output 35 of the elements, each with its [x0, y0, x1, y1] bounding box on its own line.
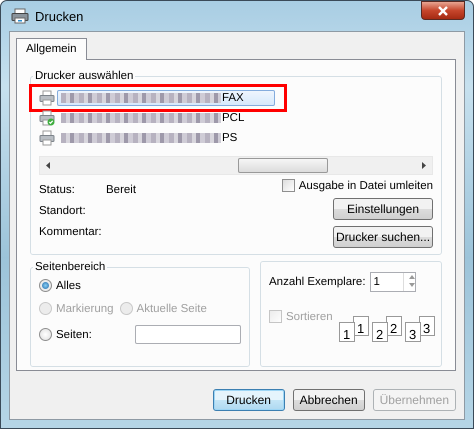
dialog-button[interactable]: Drucken [212, 389, 285, 411]
tab[interactable]: Allgemein [16, 38, 86, 60]
pages-field[interactable] [134, 325, 241, 344]
copies-spinner[interactable]: 1 [370, 272, 416, 292]
printer-item[interactable]: PCL [57, 110, 275, 126]
checkbox-label: Ausgabe in Datei umleiten [298, 180, 433, 192]
horizontal-scrollbar[interactable] [39, 156, 433, 175]
printer-item[interactable]: PS [57, 130, 275, 146]
group-title: Drucker auswählen [34, 70, 134, 82]
dialog-button[interactable]: Abbrechen [292, 389, 365, 411]
checkbox-label: Sortieren [286, 310, 333, 322]
comment-label: Kommentar: [39, 226, 103, 238]
copies-label: Anzahl Exemplare: [269, 276, 366, 288]
status-value: Bereit [106, 184, 136, 196]
dialog-button[interactable]: Einstellungen [333, 198, 433, 220]
group-title: Seitenbereich [34, 261, 106, 273]
checkbox[interactable] [282, 179, 295, 192]
scroll-thumb[interactable] [238, 158, 328, 173]
radio-button[interactable] [39, 279, 52, 292]
page-sheet: 2 [372, 322, 388, 342]
radio-label: Markierung [56, 302, 114, 314]
status-label: Status: [39, 184, 76, 196]
dialog-button[interactable]: Drucker suchen... [333, 226, 433, 248]
location-label: Standort: [39, 205, 87, 217]
printer-item[interactable]: FAX [57, 90, 275, 106]
copies-field[interactable]: 1 [370, 273, 403, 291]
radio-label: Aktuelle Seite [136, 302, 207, 314]
radio-label: Seiten: [56, 328, 92, 340]
radio-button[interactable] [39, 328, 52, 341]
page-sheet: 3 [404, 322, 421, 342]
page-sheet: 1 [338, 322, 355, 342]
window-title: Drucken [35, 8, 84, 24]
radio-label: Alles [56, 280, 81, 292]
printer-icon [11, 8, 29, 24]
close-icon[interactable] [421, 1, 465, 20]
